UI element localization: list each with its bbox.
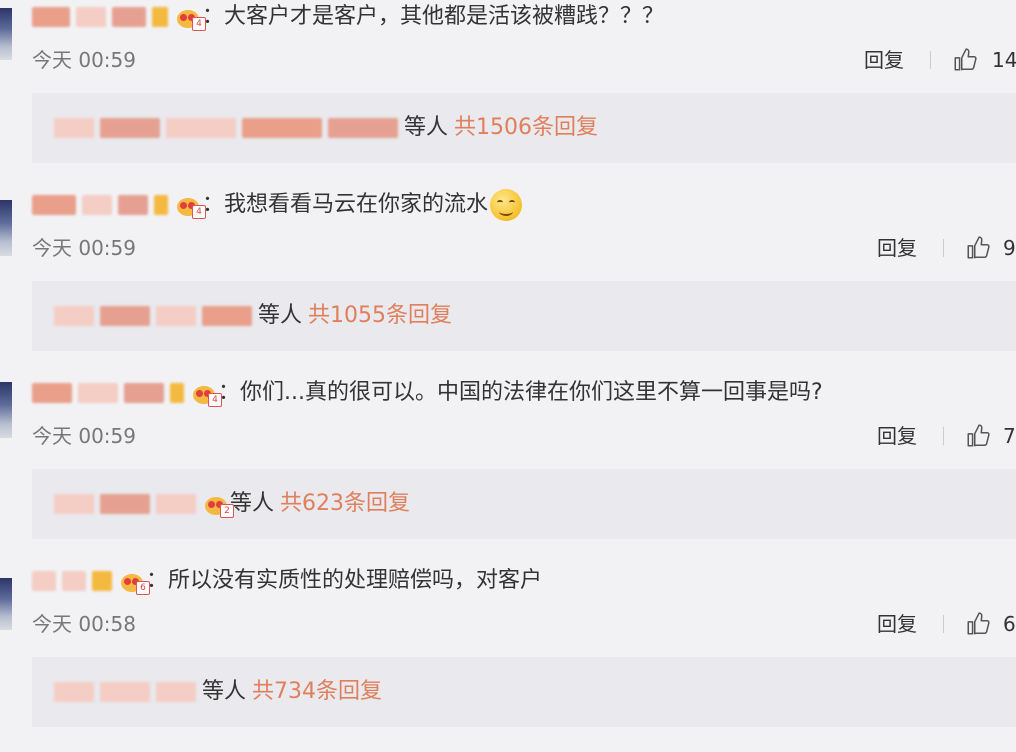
comment-item: 6 ：所以没有实质性的处理赔偿吗，对客户 今天 00:58 回复 6 等人 共734… <box>0 564 1016 752</box>
view-replies-link[interactable]: 共623条回复 <box>280 491 410 516</box>
smile-emoji-icon <box>490 189 523 221</box>
divider <box>943 427 944 445</box>
avatar[interactable] <box>0 8 12 60</box>
blurred-username <box>100 118 160 138</box>
comment-text: ：你们...真的很可以。中国的法律在你们这里不算一回事是吗? <box>218 380 823 405</box>
sub-replies-block[interactable]: 等人 共734条回复 <box>32 657 1016 727</box>
blurred-username <box>152 7 168 27</box>
comment-line: 4 ：大客户才是客户，其他都是活该被糟践？？？ <box>32 0 664 34</box>
sub-replies-block[interactable]: 等人 共1506条回复 <box>32 93 1016 163</box>
avatar[interactable] <box>0 578 12 630</box>
like-count: 9 <box>1003 236 1016 260</box>
blurred-username <box>166 118 236 138</box>
blurred-username <box>92 571 112 591</box>
blurred-username <box>118 195 148 215</box>
comment-line: 6 ：所以没有实质性的处理赔偿吗，对客户 <box>32 564 542 598</box>
blurred-username <box>202 306 252 326</box>
blurred-username[interactable] <box>32 195 76 215</box>
divider <box>930 51 931 69</box>
comment-actions: 回复 6 <box>877 609 1016 639</box>
blurred-username <box>328 118 398 138</box>
blurred-username[interactable] <box>32 7 70 27</box>
view-replies-link[interactable]: 共1055条回复 <box>308 303 452 328</box>
comment-line: 4 ：我想看看马云在你家的流水 <box>32 188 523 222</box>
blurred-username[interactable] <box>32 571 56 591</box>
comment-text: ：所以没有实质性的处理赔偿吗，对客户 <box>146 568 543 593</box>
blurred-username <box>154 195 168 215</box>
sub-replies-block[interactable]: 等人 共1055条回复 <box>32 281 1016 351</box>
blurred-username[interactable] <box>32 383 72 403</box>
blurred-username <box>54 118 94 138</box>
crown-badge-icon: 4 <box>176 192 206 219</box>
blurred-username <box>62 571 86 591</box>
comment-item: 4 ：大客户才是客户，其他都是活该被糟践？？？ 今天 00:59 回复 14 等人… <box>0 0 1016 188</box>
blurred-username <box>124 383 164 403</box>
comment-actions: 回复 14 <box>864 45 1016 75</box>
thumbs-up-icon[interactable] <box>952 47 978 73</box>
comment-time: 今天 00:59 <box>32 424 136 448</box>
blurred-username <box>156 682 196 702</box>
like-count: 7 <box>1003 424 1016 448</box>
blurred-username <box>170 383 184 403</box>
divider <box>943 239 944 257</box>
view-replies-link[interactable]: 共734条回复 <box>252 679 382 704</box>
divider <box>943 615 944 633</box>
like-count: 14 <box>992 48 1016 72</box>
sub-reply-who: 等人 <box>202 679 247 704</box>
comment-text: ：我想看看马云在你家的流水 <box>202 192 489 217</box>
comment-actions: 回复 7 <box>877 421 1016 451</box>
crown-badge-icon: 4 <box>192 380 222 407</box>
sub-reply-who: 等人 <box>258 303 303 328</box>
crown-badge-icon: 4 <box>176 4 206 31</box>
thumbs-up-icon[interactable] <box>965 611 991 637</box>
blurred-username <box>76 7 106 27</box>
blurred-username <box>112 7 146 27</box>
reply-button[interactable]: 回复 <box>877 421 917 451</box>
blurred-username <box>100 494 150 514</box>
thumbs-up-icon[interactable] <box>965 235 991 261</box>
reply-button[interactable]: 回复 <box>877 609 917 639</box>
blurred-username <box>156 494 196 514</box>
thumbs-up-icon[interactable] <box>965 423 991 449</box>
sub-reply-who: 等人 <box>230 491 275 516</box>
comment-item: 4 ：我想看看马云在你家的流水 今天 00:59 回复 9 等人 共1055条回复 <box>0 188 1016 376</box>
avatar[interactable] <box>0 382 12 438</box>
blurred-username <box>100 682 150 702</box>
blurred-username <box>54 494 94 514</box>
sub-replies-block[interactable]: 2 等人 共623条回复 <box>32 469 1016 539</box>
sub-reply-who: 等人 <box>404 115 449 140</box>
comment-item: 4 ：你们...真的很可以。中国的法律在你们这里不算一回事是吗? 今天 00:59… <box>0 376 1016 564</box>
crown-badge-icon: 2 <box>204 491 234 518</box>
blurred-username <box>54 682 94 702</box>
like-count: 6 <box>1003 612 1016 636</box>
comment-text: ：大客户才是客户，其他都是活该被糟践？？？ <box>202 4 665 29</box>
blurred-username <box>54 306 94 326</box>
blurred-username <box>156 306 196 326</box>
comment-time: 今天 00:59 <box>32 48 136 72</box>
blurred-username <box>100 306 150 326</box>
blurred-username <box>82 195 112 215</box>
blurred-username <box>78 383 118 403</box>
crown-badge-icon: 6 <box>120 568 150 595</box>
comment-time: 今天 00:58 <box>32 612 136 636</box>
comment-actions: 回复 9 <box>877 233 1016 263</box>
avatar[interactable] <box>0 200 12 256</box>
comment-line: 4 ：你们...真的很可以。中国的法律在你们这里不算一回事是吗? <box>32 376 823 410</box>
view-replies-link[interactable]: 共1506条回复 <box>454 115 598 140</box>
blurred-username <box>242 118 322 138</box>
comment-time: 今天 00:59 <box>32 236 136 260</box>
reply-button[interactable]: 回复 <box>864 45 904 75</box>
reply-button[interactable]: 回复 <box>877 233 917 263</box>
